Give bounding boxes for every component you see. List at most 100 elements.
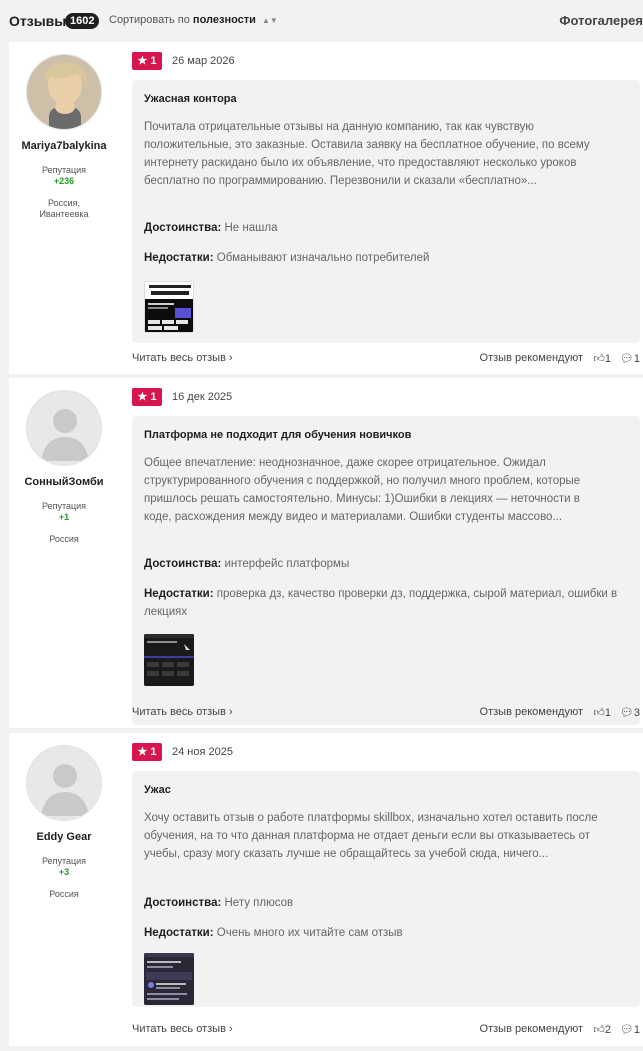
avatar[interactable] <box>26 54 102 130</box>
comments-button[interactable]: 💬︎1 <box>620 352 640 365</box>
review-footer: Читать весь отзыв › Отзыв рекомендуют 👍︎… <box>132 706 640 724</box>
review-cons: Недостатки: проверка дз, качество провер… <box>144 585 624 621</box>
review-photo-thumbnail[interactable] <box>144 953 194 1005</box>
pros-label: Достоинства: <box>144 897 222 909</box>
review-date: 24 ноя 2025 <box>172 746 233 758</box>
rating-value: 1 <box>150 746 157 758</box>
rating-value: 1 <box>150 55 157 67</box>
sort-prefix: Сортировать по <box>109 14 190 26</box>
review-card: СонныйЗомби Репутация +1 Россия ★ 1 16 д… <box>9 378 643 728</box>
pros-text: Нету плюсов <box>224 897 294 909</box>
review-title[interactable]: Ужас <box>144 784 171 796</box>
review-photo-thumbnail[interactable] <box>144 634 194 686</box>
like-count: 1 <box>604 707 611 719</box>
like-button[interactable]: 👍︎1 <box>593 352 611 365</box>
chevron-right-icon: › <box>229 706 233 718</box>
read-more-label: Читать весь отзыв <box>132 1023 226 1035</box>
author-location: Россия, Ивантеевка <box>39 198 89 219</box>
sort-arrows-icon: ▲▼ <box>262 16 278 25</box>
thumbs-up-icon: 👍︎ <box>593 707 605 719</box>
comment-count: 1 <box>633 353 640 365</box>
cons-text: проверка дз, качество проверки дз, подде… <box>144 588 618 618</box>
author-location: Россия <box>49 534 79 544</box>
recommend-label: Отзыв рекомендуют <box>479 352 583 364</box>
read-full-review-link[interactable]: Читать весь отзыв › <box>132 706 233 718</box>
cons-label: Недостатки: <box>144 588 214 600</box>
cons-text: Обманывают изначально потребителей <box>216 252 430 264</box>
rating-value: 1 <box>150 391 157 403</box>
author-name[interactable]: Mariya7balykina <box>9 140 119 152</box>
review-date: 26 мар 2026 <box>172 55 235 67</box>
review-date: 16 дек 2025 <box>172 391 233 403</box>
avatar[interactable] <box>26 390 102 466</box>
pros-text: Не нашла <box>224 222 278 234</box>
review-title[interactable]: Платформа не подходит для обучения нович… <box>144 429 411 441</box>
pros-label: Достоинства: <box>144 222 222 234</box>
reputation-value: +236 <box>53 176 75 186</box>
comment-count: 1 <box>633 1024 640 1036</box>
review-body: Платформа не подходит для обучения нович… <box>132 416 640 725</box>
reputation-label: Репутация <box>41 165 87 175</box>
reputation-value: +3 <box>58 867 70 877</box>
author-name[interactable]: СонныйЗомби <box>9 476 119 488</box>
review-body: Ужас Хочу оставить отзыв о работе платфо… <box>132 771 640 1007</box>
like-button[interactable]: 👍︎2 <box>593 1023 611 1036</box>
reputation-label: Репутация <box>41 501 87 511</box>
review-photo-thumbnail[interactable] <box>144 281 194 333</box>
read-more-label: Читать весь отзыв <box>132 352 226 364</box>
comment-count: 3 <box>633 707 640 719</box>
review-pros: Достоинства: интерфейс платформы <box>144 555 624 573</box>
review-text: Почитала отрицательные отзывы на данную … <box>144 121 590 187</box>
like-button[interactable]: 👍︎1 <box>593 706 611 719</box>
reputation-value: +1 <box>58 512 70 522</box>
read-full-review-link[interactable]: Читать весь отзыв › <box>132 1023 233 1035</box>
avatar[interactable] <box>26 745 102 821</box>
review-body: Ужасная контора Почитала отрицательные о… <box>132 80 640 343</box>
comments-button[interactable]: 💬︎3 <box>620 706 640 719</box>
comment-icon: 💬︎ <box>619 353 634 365</box>
chevron-right-icon: › <box>229 352 233 364</box>
photo-gallery-link[interactable]: Фотогалерея <box>559 13 643 28</box>
pros-label: Достоинства: <box>144 558 222 570</box>
review-pros: Достоинства: Не нашла <box>144 219 624 237</box>
cons-label: Недостатки: <box>144 927 214 939</box>
comment-icon: 💬︎ <box>619 707 634 719</box>
comments-button[interactable]: 💬︎1 <box>620 1023 640 1036</box>
review-footer: Читать весь отзыв › Отзыв рекомендуют 👍︎… <box>132 352 640 370</box>
rating-badge: ★ 1 <box>132 52 162 70</box>
chevron-right-icon: › <box>229 1023 233 1035</box>
like-count: 1 <box>604 353 611 365</box>
cons-text: Очень много их читайте сам отзыв <box>216 927 403 939</box>
star-icon: ★ <box>137 746 148 758</box>
like-count: 2 <box>604 1024 611 1036</box>
review-card: Mariya7balykina Репутация +236 Россия, И… <box>9 42 643 374</box>
author-location: Россия <box>49 889 79 899</box>
reputation-label: Репутация <box>41 856 87 866</box>
star-icon: ★ <box>137 391 148 403</box>
review-title[interactable]: Ужасная контора <box>144 93 237 105</box>
cons-label: Недостатки: <box>144 252 214 264</box>
sort-value: полезности <box>192 14 256 26</box>
read-more-label: Читать весь отзыв <box>132 706 226 718</box>
review-card: Eddy Gear Репутация +3 Россия ★ 1 24 ноя… <box>9 733 643 1046</box>
review-footer: Читать весь отзыв › Отзыв рекомендуют 👍︎… <box>132 1023 640 1041</box>
review-cons: Недостатки: Очень много их читайте сам о… <box>144 924 624 942</box>
thumbs-up-icon: 👍︎ <box>593 353 605 365</box>
sort-control[interactable]: Сортировать по полезности ▲▼ <box>109 14 278 26</box>
reviews-count-badge: 1602 <box>65 13 100 29</box>
thumbs-up-icon: 👍︎ <box>593 1024 605 1036</box>
review-cons: Недостатки: Обманывают изначально потреб… <box>144 249 624 267</box>
read-full-review-link[interactable]: Читать весь отзыв › <box>132 352 233 364</box>
rating-badge: ★ 1 <box>132 388 162 406</box>
recommend-label: Отзыв рекомендуют <box>479 1023 583 1035</box>
pros-text: интерфейс платформы <box>224 558 350 570</box>
review-pros: Достоинства: Нету плюсов <box>144 894 624 912</box>
review-text: Общее впечатление: неоднозначное, даже с… <box>144 457 581 523</box>
reviews-title: Отзывы <box>9 13 67 29</box>
rating-badge: ★ 1 <box>132 743 162 761</box>
author-name[interactable]: Eddy Gear <box>9 831 119 843</box>
star-icon: ★ <box>137 55 148 67</box>
comment-icon: 💬︎ <box>619 1024 634 1036</box>
reviews-header: Отзывы 1602 Сортировать по полезности ▲▼… <box>0 0 643 42</box>
review-text: Хочу оставить отзыв о работе платформы s… <box>144 812 598 860</box>
